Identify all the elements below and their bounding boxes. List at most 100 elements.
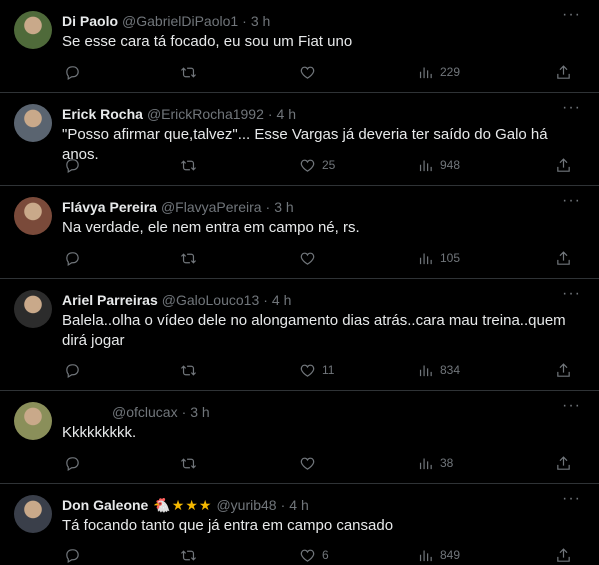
retweet-button[interactable] [180, 453, 197, 473]
share-icon [557, 250, 570, 265]
timestamp[interactable]: 3 h [274, 199, 293, 215]
timestamp[interactable]: 4 h [272, 292, 291, 308]
views-button[interactable]: 948 [417, 155, 460, 175]
reply-tweet[interactable]: Don Galeone 🐔★★★ @yurib48 · 4 h ··· Tá f… [0, 484, 599, 565]
tweet-header: Don Galeone 🐔★★★ @yurib48 · 4 h [62, 495, 559, 515]
action-bar: 6 849 [62, 545, 581, 565]
reply-button[interactable] [64, 155, 81, 175]
author-name[interactable]: Erick Rocha [62, 106, 143, 122]
views-icon [419, 550, 432, 561]
share-button[interactable] [555, 545, 572, 565]
like-button[interactable] [299, 62, 322, 82]
more-icon[interactable]: ··· [562, 286, 581, 302]
avatar[interactable] [14, 11, 52, 49]
timestamp[interactable]: 3 h [251, 13, 270, 29]
author-name[interactable]: Ariel Parreiras [62, 292, 158, 308]
tweet-text: Balela..olha o vídeo dele no alongamento… [62, 312, 566, 349]
share-button[interactable] [555, 453, 572, 473]
tweet-text: Na verdade, ele nem entra em campo né, r… [62, 219, 360, 236]
reply-icon [66, 251, 79, 266]
retweet-icon [180, 549, 197, 561]
views-button[interactable]: 229 [417, 62, 460, 82]
more-icon[interactable]: ··· [562, 491, 581, 507]
avatar[interactable] [14, 495, 52, 533]
like-icon [300, 252, 315, 265]
like-button[interactable]: 11 [299, 360, 334, 380]
share-icon [557, 64, 570, 79]
view-count: 849 [440, 548, 461, 562]
like-count: 25 [322, 158, 336, 172]
retweet-icon [180, 159, 197, 171]
author-handle[interactable]: @GaloLouco13 [162, 292, 260, 308]
avatar[interactable] [14, 402, 52, 440]
share-button[interactable] [555, 155, 572, 175]
separator-dot: · [263, 292, 268, 308]
reply-icon [66, 456, 79, 471]
retweet-button[interactable] [180, 62, 197, 82]
reply-button[interactable] [64, 360, 81, 380]
author-handle[interactable]: @FlavyaPereira [161, 199, 262, 215]
like-button[interactable]: 6 [299, 545, 329, 565]
timestamp[interactable]: 3 h [190, 404, 209, 420]
timestamp[interactable]: 4 h [277, 106, 296, 122]
like-count: 11 [322, 363, 335, 377]
like-button[interactable]: 25 [299, 155, 335, 175]
reply-icon [66, 548, 79, 563]
author-name[interactable]: Di Paolo [62, 13, 118, 29]
more-icon[interactable]: ··· [562, 193, 581, 209]
avatar[interactable] [14, 104, 52, 142]
avatar[interactable] [14, 290, 52, 328]
tweet-text: Tá focando tanto que já entra em campo c… [62, 517, 394, 534]
author-name[interactable]: Flávya Pereira [62, 199, 157, 215]
share-icon [557, 157, 570, 172]
views-button[interactable]: 38 [417, 453, 453, 473]
views-icon [419, 458, 432, 469]
reply-button[interactable] [64, 453, 81, 473]
reply-tweet[interactable]: Erick Rocha @ErickRocha1992 · 4 h ··· "P… [0, 93, 599, 186]
timestamp[interactable]: 4 h [289, 497, 308, 513]
retweet-button[interactable] [180, 248, 197, 268]
reply-button[interactable] [64, 545, 81, 565]
author-handle[interactable]: @GabrielDiPaolo1 [122, 13, 238, 29]
more-icon[interactable]: ··· [562, 7, 581, 23]
views-button[interactable]: 105 [417, 248, 460, 268]
more-icon[interactable]: ··· [562, 398, 581, 414]
like-icon [300, 66, 315, 79]
retweet-button[interactable] [180, 155, 197, 175]
views-icon [419, 160, 432, 171]
retweet-icon [180, 364, 197, 376]
author-name[interactable]: Don Galeone [62, 497, 148, 513]
reply-button[interactable] [64, 248, 81, 268]
retweet-icon [180, 252, 197, 264]
reply-button[interactable] [64, 62, 81, 82]
view-count: 948 [440, 158, 461, 172]
like-count: 6 [322, 548, 329, 562]
views-button[interactable]: 834 [417, 360, 460, 380]
reply-icon [66, 158, 79, 173]
author-handle[interactable]: @yurib48 [216, 497, 276, 513]
avatar[interactable] [14, 197, 52, 235]
author-handle[interactable]: @ofclucax [112, 404, 178, 420]
more-icon[interactable]: ··· [562, 100, 581, 116]
reply-tweet[interactable]: Di Paolo @GabrielDiPaolo1 · 3 h ··· Se e… [0, 0, 599, 93]
action-bar: 25 948 [62, 155, 581, 175]
tweet-header: Erick Rocha @ErickRocha1992 · 4 h [62, 104, 559, 124]
reply-tweet[interactable]: @ofclucax · 3 h ··· Kkkkkkkkk. 38 [0, 391, 599, 484]
retweet-button[interactable] [180, 545, 197, 565]
share-icon [557, 362, 570, 377]
tweet-header: Ariel Parreiras @GaloLouco13 · 4 h [62, 290, 559, 310]
like-button[interactable] [299, 248, 322, 268]
tweet-header: @ofclucax · 3 h [62, 402, 559, 422]
view-count: 38 [440, 456, 454, 470]
like-button[interactable] [299, 453, 322, 473]
views-button[interactable]: 849 [417, 545, 460, 565]
share-button[interactable] [555, 62, 572, 82]
separator-dot: · [267, 106, 273, 122]
retweet-button[interactable] [180, 360, 197, 380]
author-handle[interactable]: @ErickRocha1992 [147, 106, 264, 122]
reply-tweet[interactable]: Flávya Pereira @FlavyaPereira · 3 h ··· … [0, 186, 599, 279]
share-button[interactable] [555, 360, 572, 380]
reply-tweet[interactable]: Ariel Parreiras @GaloLouco13 · 4 h ··· B… [0, 279, 599, 391]
like-icon [300, 159, 315, 172]
share-button[interactable] [555, 248, 572, 268]
